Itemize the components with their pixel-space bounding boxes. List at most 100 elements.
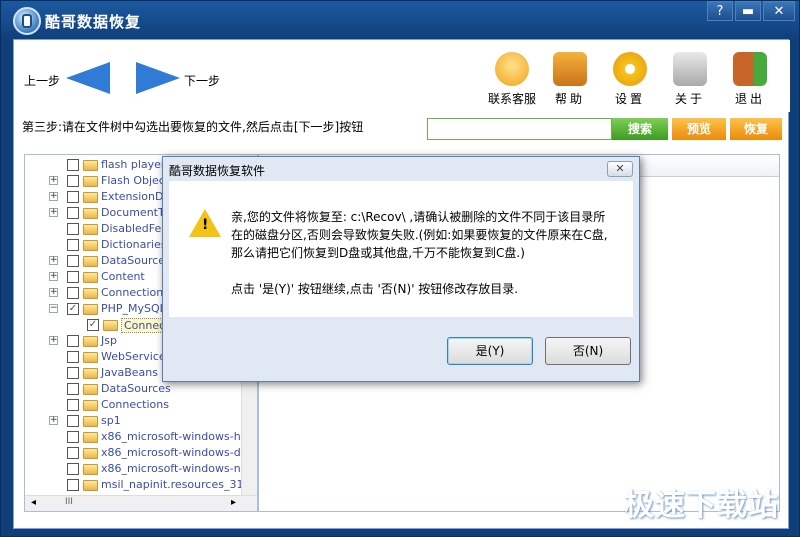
tree-item-label[interactable]: JavaBeans	[101, 366, 158, 379]
search-input[interactable]	[427, 118, 612, 140]
tree-item-label[interactable]: Content	[101, 270, 145, 283]
tree-checkbox[interactable]	[67, 463, 79, 475]
folder-icon	[83, 208, 98, 219]
help-button[interactable]: 帮助	[544, 52, 596, 108]
app-logo-icon	[13, 7, 41, 35]
tree-item-label[interactable]: flash player	[101, 158, 165, 171]
folder-icon	[83, 384, 98, 395]
tree-checkbox[interactable]	[67, 415, 79, 427]
search-button[interactable]: 搜索	[612, 118, 668, 140]
folder-icon	[83, 368, 98, 379]
folder-icon	[83, 224, 98, 235]
expand-icon[interactable]: +	[49, 256, 58, 265]
exit-button[interactable]: 退出	[724, 52, 776, 108]
app-window: 酷哥数据恢复 ? ▬ ✕ 上一步 下一步 联系客服 帮助 设置 关于 退出 第三…	[0, 0, 800, 537]
support-button[interactable]: 联系客服	[484, 52, 540, 108]
expand-icon[interactable]: +	[49, 272, 58, 281]
tree-checkbox[interactable]: ✓	[67, 303, 79, 315]
settings-button[interactable]: 设置	[604, 52, 656, 108]
next-step-label[interactable]: 下一步	[184, 72, 220, 89]
exit-icon	[733, 52, 767, 86]
minimize-button[interactable]: ▬	[735, 1, 761, 21]
tree-item-label[interactable]: Connections	[101, 398, 169, 411]
tree-row[interactable]: x86_microsoft-windows-ntlan	[25, 461, 257, 477]
tree-checkbox[interactable]: ✓	[87, 319, 99, 331]
expand-icon[interactable]: +	[49, 192, 58, 201]
tree-checkbox[interactable]	[67, 399, 79, 411]
dialog-message-line-1: 亲,您的文件将恢复至: c:\Recov\ ,请确认被删除的文件不同于该目录所	[231, 210, 606, 224]
tree-checkbox[interactable]	[67, 431, 79, 443]
tree-checkbox[interactable]	[67, 159, 79, 171]
tree-checkbox[interactable]	[67, 447, 79, 459]
tree-checkbox[interactable]	[67, 351, 79, 363]
tree-item-label[interactable]: sp1	[101, 414, 121, 427]
tree-item-label[interactable]: Connections	[101, 286, 169, 299]
about-button[interactable]: 关于	[664, 52, 716, 108]
folder-icon	[83, 432, 98, 443]
tree-item-label[interactable]: PHP_MySQL	[101, 302, 166, 315]
no-button[interactable]: 否(N)	[545, 337, 631, 365]
recover-button[interactable]: 恢复	[730, 118, 782, 140]
tree-item-label[interactable]: DataSources	[101, 382, 171, 395]
tree-row[interactable]: x86_microsoft-windows-d..cc	[25, 445, 257, 461]
tree-checkbox[interactable]	[67, 271, 79, 283]
tree-item-label[interactable]: WebServices	[101, 350, 171, 363]
tree-checkbox[interactable]	[67, 287, 79, 299]
tree-row[interactable]: DataSources	[25, 381, 255, 397]
confirm-dialog: 酷哥数据恢复软件 ✕ ! 亲,您的文件将恢复至: c:\Recov\ ,请确认被…	[162, 156, 640, 382]
tree-item-label[interactable]: Dictionaries	[101, 238, 166, 251]
dialog-message-line-2: 在的磁盘分区,否则会导致恢复失败.(例如:如果要恢复的文件原来在C盘,	[231, 228, 608, 242]
yes-button[interactable]: 是(Y)	[447, 337, 533, 365]
tree-checkbox[interactable]	[67, 335, 79, 347]
prev-step-label[interactable]: 上一步	[24, 72, 60, 89]
folder-icon	[83, 256, 98, 267]
next-arrow-icon[interactable]	[136, 62, 180, 94]
tree-item-label[interactable]: x86_microsoft-windows-ntlan	[101, 462, 257, 475]
scroll-left-icon[interactable]: ◂	[31, 497, 36, 508]
tree-item-label[interactable]: x86_microsoft-windows-h..de	[101, 430, 257, 443]
tree-item-label[interactable]: DataSources	[101, 254, 171, 267]
scroll-thumb-grip[interactable]: III	[65, 497, 73, 507]
support-icon	[495, 52, 529, 86]
folder-icon	[83, 416, 98, 427]
preview-button[interactable]: 预览	[672, 118, 726, 140]
dialog-body: ! 亲,您的文件将恢复至: c:\Recov\ ,请确认被删除的文件不同于该目录…	[169, 181, 633, 317]
folder-icon	[83, 160, 98, 171]
tree-row[interactable]: msil_napinit.resources_31bf3	[25, 477, 257, 493]
folder-icon	[83, 448, 98, 459]
dialog-close-button[interactable]: ✕	[607, 161, 633, 177]
tree-row[interactable]: + sp1	[25, 413, 255, 429]
expand-icon[interactable]: +	[49, 336, 58, 345]
tree-checkbox[interactable]	[67, 479, 79, 491]
tree-checkbox[interactable]	[67, 367, 79, 379]
folder-icon	[83, 304, 98, 315]
folder-icon	[83, 352, 98, 363]
collapse-icon[interactable]: −	[49, 304, 58, 313]
tree-horizontal-scrollbar[interactable]: ◂ III ▸	[25, 495, 257, 511]
tree-item-label[interactable]: msil_napinit.resources_31bf3	[101, 478, 257, 491]
tree-checkbox[interactable]	[67, 255, 79, 267]
tree-checkbox[interactable]	[67, 223, 79, 235]
tree-item-label[interactable]: Jsp	[101, 334, 117, 347]
tree-row[interactable]: x86_microsoft-windows-h..de	[25, 429, 257, 445]
prev-arrow-icon[interactable]	[66, 62, 110, 94]
folder-icon	[83, 240, 98, 251]
watermark-text: 极速下载站	[624, 488, 779, 523]
step-instruction: 第三步:请在文件树中勾选出要恢复的文件,然后点击[下一步]按钮	[22, 120, 364, 134]
scroll-right-icon[interactable]: ▸	[231, 497, 236, 508]
toolbar: 上一步 下一步 联系客服 帮助 设置 关于 退出	[14, 40, 790, 112]
tree-checkbox[interactable]	[67, 191, 79, 203]
expand-icon[interactable]: +	[49, 416, 58, 425]
tree-checkbox[interactable]	[67, 175, 79, 187]
help-window-button[interactable]: ?	[707, 1, 733, 21]
close-button[interactable]: ✕	[763, 1, 795, 21]
tree-checkbox[interactable]	[67, 239, 79, 251]
tree-checkbox[interactable]	[67, 207, 79, 219]
tree-row[interactable]: Connections	[25, 397, 255, 413]
tree-checkbox[interactable]	[67, 383, 79, 395]
expand-icon[interactable]: +	[49, 176, 58, 185]
expand-icon[interactable]: +	[49, 208, 58, 217]
warning-icon: !	[189, 209, 221, 237]
expand-icon[interactable]: +	[49, 288, 58, 297]
tree-item-label[interactable]: x86_microsoft-windows-d..cc	[101, 446, 257, 459]
